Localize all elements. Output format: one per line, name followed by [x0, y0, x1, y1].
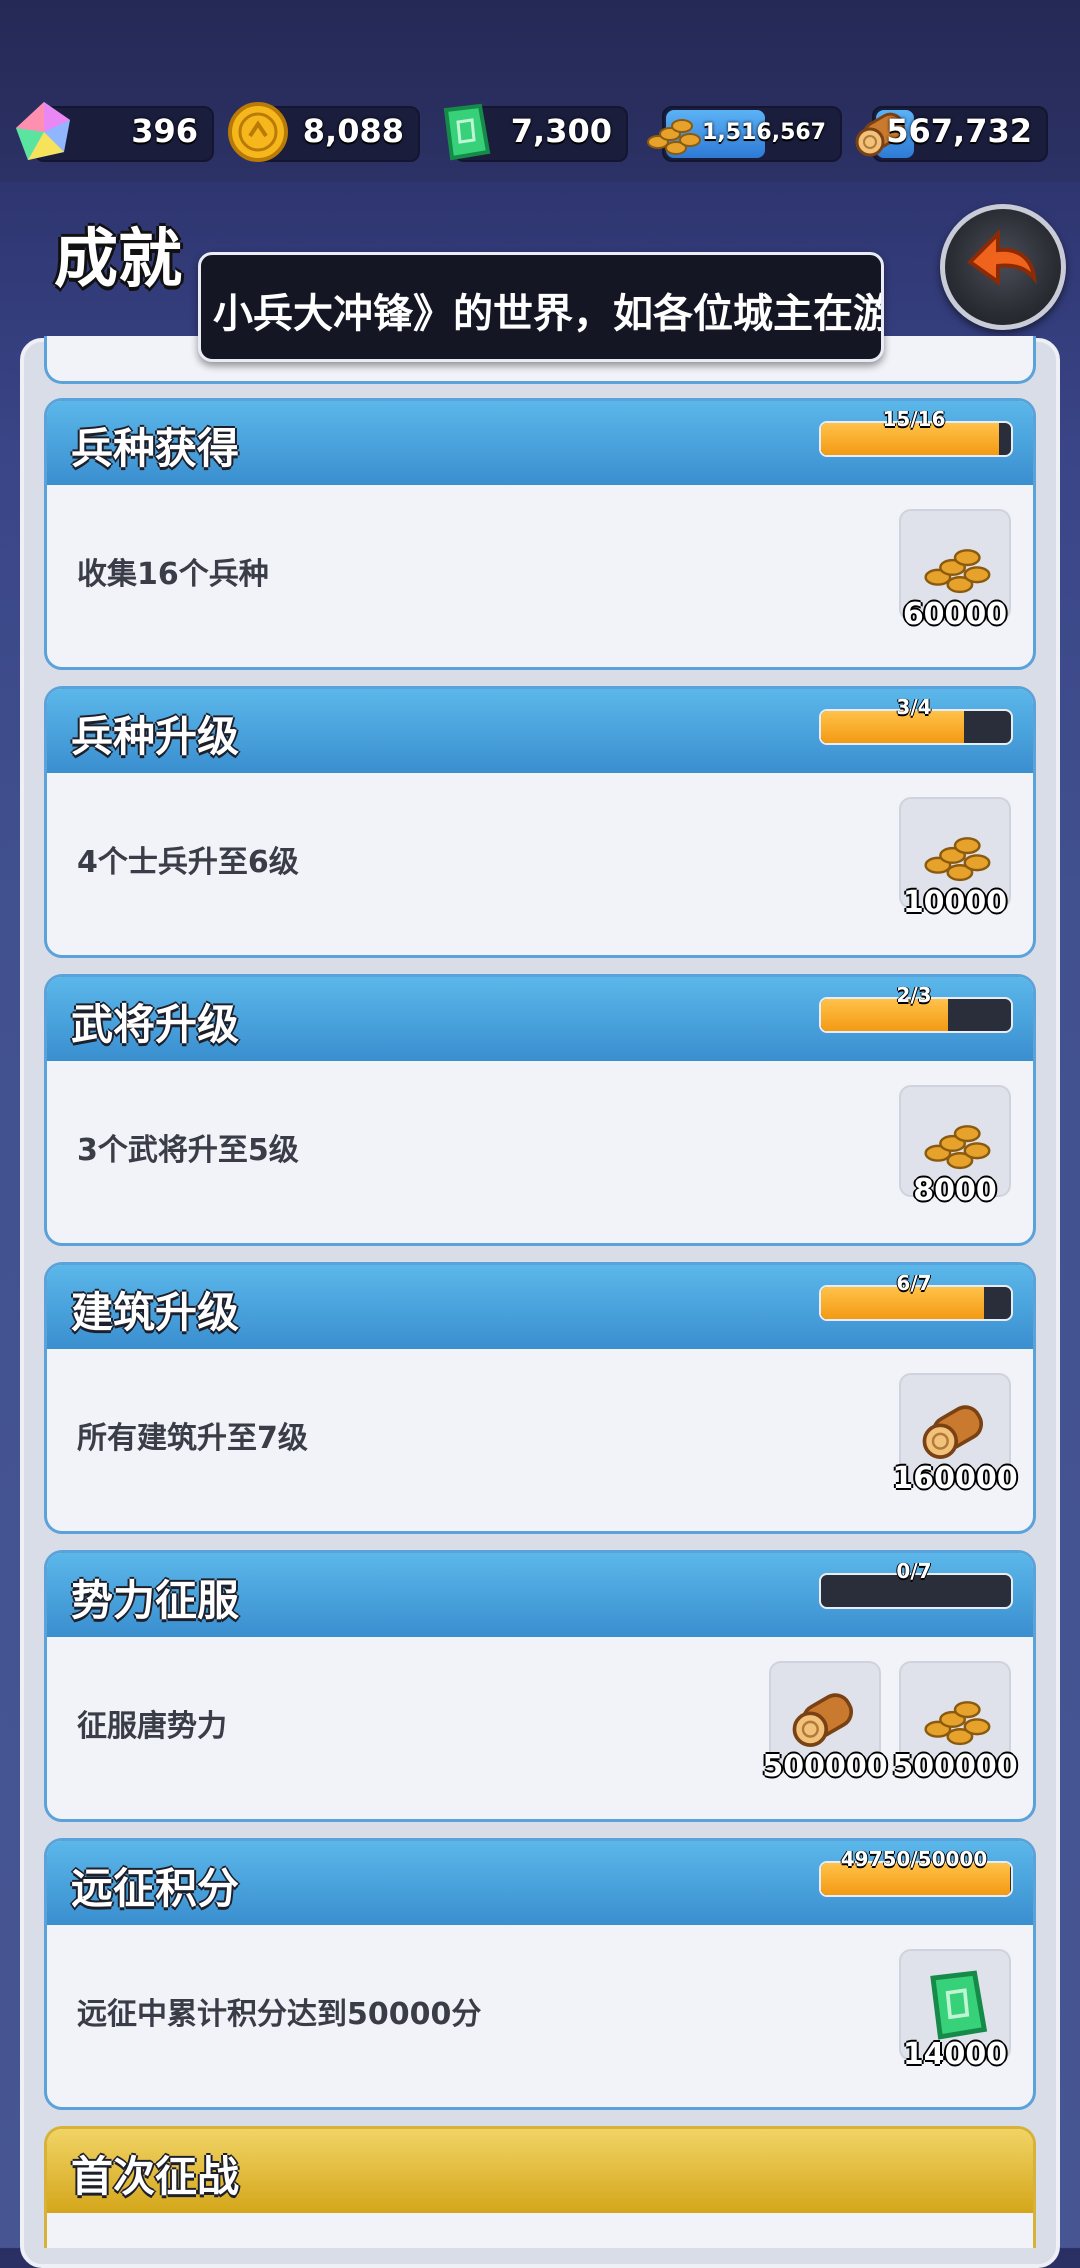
card-header: 势力征服 0/7: [47, 1553, 1033, 1637]
reward-amount: 14000: [902, 2037, 1008, 2072]
resource-bar: 396 8,088 7,300 1,516,567 567,732: [0, 0, 1080, 182]
achievement-card[interactable]: 兵种升级 3/4 4个士兵升至6级 10000: [44, 686, 1036, 958]
achievement-card-gold[interactable]: 首次征战: [44, 2126, 1036, 2248]
reward-amount: 8000: [913, 1173, 997, 1208]
crystal-count: 396: [131, 112, 198, 150]
card-header: 兵种获得 15/16: [47, 401, 1033, 485]
reward-slot[interactable]: 10000: [899, 797, 1011, 920]
achievement-name: 势力征服: [71, 1576, 240, 1625]
card-header: 兵种升级 3/4: [47, 689, 1033, 773]
jade-token-icon: [443, 103, 491, 161]
card-header: 武将升级 2/3: [47, 977, 1033, 1061]
grain-icon: [924, 1701, 991, 1746]
gold-coin-icon: [228, 102, 288, 162]
grain-counter[interactable]: 1,516,567: [647, 106, 842, 162]
reward-amount: 60000: [902, 597, 1008, 632]
achievement-name: 武将升级: [71, 1000, 240, 1049]
wood-log-icon: [792, 1693, 854, 1747]
achievement-description: 远征中累计积分达到50000分: [77, 1997, 482, 2032]
card-header: 远征积分 49750/50000: [47, 1841, 1033, 1925]
achievement-name: 首次征战: [71, 2152, 240, 2201]
achievement-name: 远征积分: [71, 1864, 240, 1913]
achievement-card[interactable]: 远征积分 49750/50000 远征中累计积分达到50000分 14000: [44, 1838, 1036, 2110]
card-header: 首次征战: [47, 2129, 1033, 2213]
grain-icon: [924, 1125, 991, 1170]
jade-token-icon: [930, 1970, 988, 2040]
reward-slot[interactable]: 500000: [762, 1661, 888, 1784]
back-arrow-icon: [966, 229, 1037, 286]
grain-icon: [924, 837, 991, 882]
reward-amount: 160000: [892, 1461, 1018, 1496]
grain-icon: [924, 549, 991, 594]
notice-text: 小兵大冲锋》的世界，如各位城主在游: [213, 291, 884, 337]
reward-slot[interactable]: 14000: [899, 1949, 1011, 2072]
grain-icon: [647, 119, 701, 155]
progress-text: 2/3: [896, 983, 932, 1007]
achievement-description: 所有建筑升至7级: [77, 1421, 308, 1456]
reward-amount: 10000: [902, 885, 1008, 920]
achievement-card[interactable]: 建筑升级 6/7 所有建筑升至7级 160000: [44, 1262, 1036, 1534]
reward-slot[interactable]: 160000: [892, 1373, 1018, 1496]
reward-slot[interactable]: 60000: [899, 509, 1011, 632]
jade-token-count: 7,300: [510, 112, 612, 150]
progress-text: 15/16: [882, 407, 946, 431]
back-button[interactable]: [940, 204, 1066, 330]
achievement-description: 收集16个兵种: [77, 557, 269, 592]
achievement-card[interactable]: 兵种获得 15/16 收集16个兵种 60000: [44, 398, 1036, 670]
reward-slot[interactable]: 8000: [899, 1085, 1011, 1208]
achievement-description: 4个士兵升至6级: [77, 845, 299, 880]
wood-count: 567,732: [886, 112, 1032, 150]
progress-text: 49750/50000: [840, 1847, 988, 1871]
progress-text: 3/4: [896, 695, 932, 719]
progress-text: 6/7: [896, 1271, 932, 1295]
achievement-name: 兵种获得: [71, 424, 240, 473]
reward-amount: 500000: [892, 1749, 1018, 1784]
gold-coin-counter[interactable]: 8,088: [228, 102, 420, 162]
achievement-card[interactable]: 势力征服 0/7 征服唐势力 500000 500000: [44, 1550, 1036, 1822]
gold-coin-count: 8,088: [302, 112, 404, 150]
grain-count: 1,516,567: [702, 120, 826, 145]
wood-counter[interactable]: 567,732: [855, 106, 1048, 162]
achievement-description: 征服唐势力: [77, 1709, 227, 1744]
crystal-counter[interactable]: 396: [16, 102, 214, 162]
wood-log-icon: [922, 1405, 984, 1459]
reward-slot[interactable]: 500000: [892, 1661, 1018, 1784]
jade-token-counter[interactable]: 7,300: [443, 103, 628, 162]
crystal-icon: [16, 102, 70, 160]
page-title: 成就: [54, 223, 182, 297]
progress-text: 0/7: [896, 1559, 932, 1583]
achievement-name: 兵种升级: [71, 712, 240, 761]
scrolling-notice: 小兵大冲锋》的世界，如各位城主在游: [198, 252, 884, 362]
achievement-description: 3个武将升至5级: [77, 1133, 299, 1168]
card-header: 建筑升级 6/7: [47, 1265, 1033, 1349]
achievement-name: 建筑升级: [71, 1288, 240, 1337]
achievement-card[interactable]: 武将升级 2/3 3个武将升至5级 8000: [44, 974, 1036, 1246]
